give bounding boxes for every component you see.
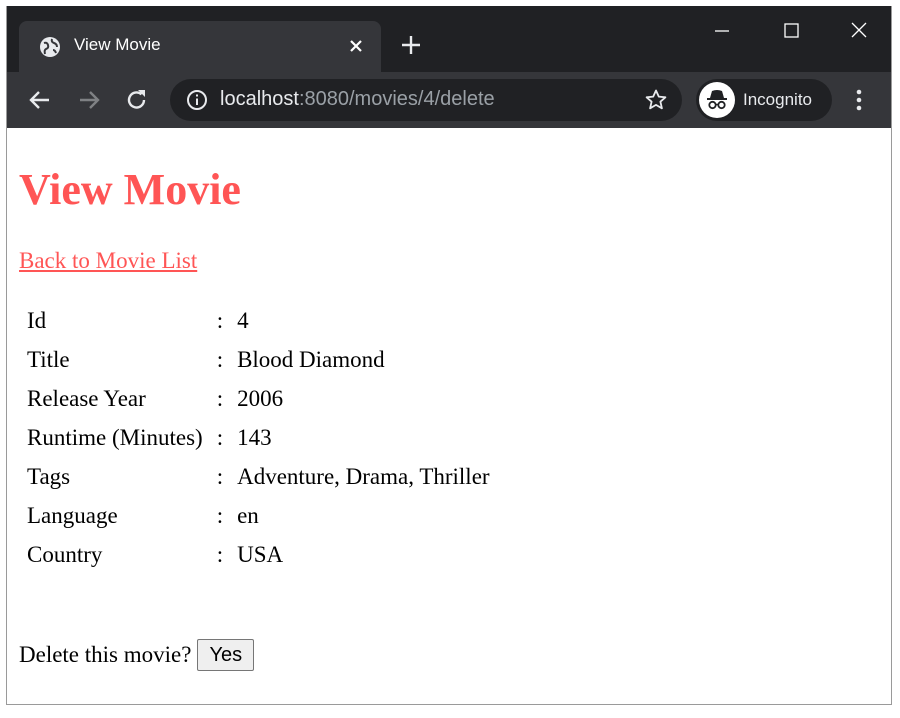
field-value: 2006 <box>237 385 284 411</box>
field-label: Runtime (Minutes) <box>27 424 203 450</box>
forward-arrow-icon[interactable] <box>76 87 102 113</box>
field-value: USA <box>237 541 284 567</box>
field-label: Language <box>27 502 118 528</box>
detail-row: Title: Blood Diamond <box>21 341 496 378</box>
maximize-icon[interactable] <box>771 16 811 46</box>
incognito-icon <box>707 90 727 110</box>
page-title: View Movie <box>19 165 241 214</box>
new-tab-icon[interactable] <box>399 33 423 57</box>
reload-icon[interactable] <box>124 87 150 113</box>
field-label: Id <box>27 307 47 333</box>
field-value: 143 <box>237 424 272 450</box>
field-separator: : <box>216 346 224 372</box>
field-value: Adventure, Drama, Thriller <box>237 463 490 489</box>
delete-confirmation: Delete this movie? Yes <box>19 639 879 671</box>
globe-icon <box>40 37 60 57</box>
avatar <box>699 82 735 118</box>
back-arrow-icon[interactable] <box>27 87 53 113</box>
field-separator: : <box>216 502 224 528</box>
field-value: en <box>237 502 259 528</box>
field-label: Country <box>27 541 103 567</box>
detail-row: Language: en <box>21 497 496 534</box>
browser-window: View Movie localhost:8080/movies/4/delet… <box>6 6 892 705</box>
delete-prompt: Delete this movie? <box>19 642 192 667</box>
close-tab-icon[interactable] <box>345 35 367 57</box>
more-menu-icon[interactable] <box>849 87 869 113</box>
incognito-profile-button[interactable]: Incognito <box>696 79 832 121</box>
close-window-icon[interactable] <box>839 16 879 46</box>
field-separator: : <box>216 307 224 333</box>
field-separator: : <box>216 541 224 567</box>
tab-title: View Movie <box>74 35 161 54</box>
field-separator: : <box>216 424 224 450</box>
field-value: Blood Diamond <box>237 346 385 372</box>
info-icon[interactable] <box>186 89 208 111</box>
field-label: Title <box>27 346 70 372</box>
confirm-delete-button[interactable]: Yes <box>197 639 255 671</box>
detail-row: Country: USA <box>21 536 496 573</box>
address-bar[interactable]: localhost:8080/movies/4/delete <box>170 79 682 121</box>
page-content: View Movie Back to Movie List Id:4 Title:… <box>7 128 891 671</box>
field-value: 4 <box>237 307 249 333</box>
field-separator: : <box>216 463 224 489</box>
url-text[interactable]: localhost:8080/movies/4/delete <box>220 88 495 111</box>
detail-row: Runtime (Minutes):143 <box>21 419 496 456</box>
incognito-label: Incognito <box>743 90 812 109</box>
title-bar: View Movie <box>7 6 891 72</box>
detail-row: Tags: Adventure, Drama, Thriller <box>21 458 496 495</box>
movie-details-table: Id:4 Title: Blood Diamond Release Year:2006… <box>19 300 498 575</box>
field-label: Release Year <box>27 385 146 411</box>
detail-row: Id:4 <box>21 302 496 339</box>
detail-row: Release Year:2006 <box>21 380 496 417</box>
browser-tab[interactable]: View Movie <box>19 21 381 72</box>
back-to-movie-list-link[interactable]: Back to Movie List <box>19 248 197 274</box>
browser-toolbar: localhost:8080/movies/4/delete Incognito <box>7 72 891 128</box>
url-host: localhost <box>220 88 299 110</box>
url-path: :8080/movies/4/delete <box>298 88 495 110</box>
field-label: Tags <box>27 463 71 489</box>
bookmark-star-icon[interactable] <box>644 88 668 112</box>
field-separator: : <box>216 385 224 411</box>
minimize-icon[interactable] <box>702 16 742 46</box>
